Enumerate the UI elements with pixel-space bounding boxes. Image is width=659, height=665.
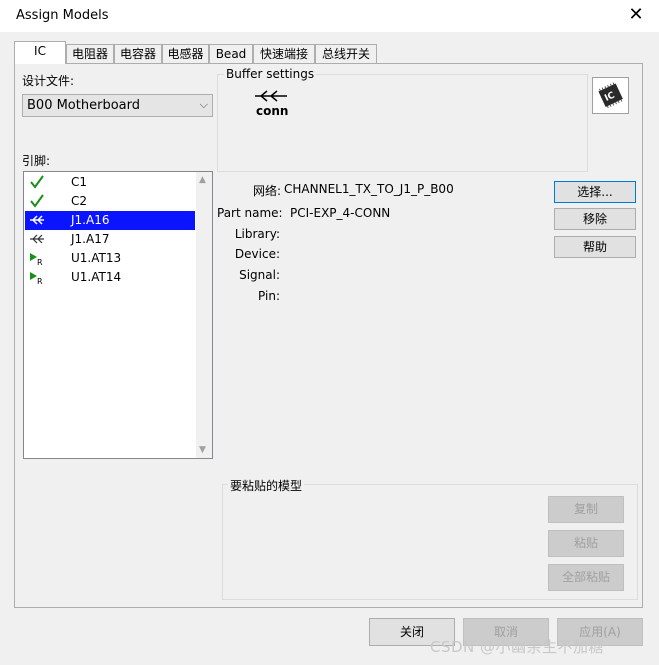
check-icon: [30, 175, 44, 189]
design-file-label: 设计文件:: [22, 74, 75, 88]
pin-label: J1.A17: [71, 232, 110, 246]
title-bar: Assign Models ✕: [0, 0, 659, 32]
design-file-value: B00 Motherboard: [27, 98, 140, 113]
part-name-value: PCI-EXP_4-CONN: [290, 206, 391, 220]
pin-label: C2: [71, 194, 88, 208]
part-name-label: Part name:: [217, 206, 283, 220]
select-button[interactable]: 选择...: [554, 181, 636, 203]
paste-all-button[interactable]: 全部粘贴: [548, 564, 624, 591]
window-title: Assign Models: [16, 8, 109, 23]
tab-bus-switch[interactable]: 总线开关: [315, 44, 377, 63]
tab-ic[interactable]: IC: [14, 41, 66, 64]
tab-capacitor[interactable]: 电容器: [114, 44, 162, 63]
tab-inductor[interactable]: 电感器: [162, 44, 209, 63]
scroll-down-icon[interactable]: ▼: [199, 445, 206, 455]
copy-button[interactable]: 复制: [548, 496, 624, 523]
signal-label: Signal:: [239, 268, 280, 282]
device-label: Device:: [234, 247, 280, 261]
chevron-down-icon[interactable]: ⌵: [200, 98, 208, 112]
watermark: CSDN @小幽余生不加糖: [430, 638, 605, 656]
list-item[interactable]: R U1.AT14: [25, 268, 195, 287]
net-value: CHANNEL1_TX_TO_J1_P_B00: [284, 182, 454, 196]
list-item[interactable]: J1.A17: [25, 230, 195, 249]
receiver-icon: R: [30, 253, 43, 266]
svg-text:R: R: [37, 258, 43, 266]
connector-icon: [255, 90, 287, 102]
tab-bead[interactable]: Bead: [209, 44, 253, 63]
receiver-icon: R: [30, 272, 43, 285]
pin-list-scrollbar[interactable]: ▲ ▼: [196, 172, 212, 458]
remove-button[interactable]: 移除: [554, 208, 636, 230]
buffer-settings-title: Buffer settings: [224, 67, 317, 81]
pin-label: C1: [71, 175, 88, 189]
check-icon: [30, 194, 44, 208]
library-label: Library:: [234, 227, 280, 241]
help-button[interactable]: 帮助: [554, 236, 636, 258]
pin-list[interactable]: C1 C2 J1.A16 J1.A17 R U1.AT13 R U1.AT14 …: [23, 171, 213, 459]
buffer-icon-label: conn: [256, 104, 289, 118]
pins-label: 引脚:: [22, 154, 51, 168]
net-label: 网络:: [252, 184, 281, 198]
ic-chip-icon: IC: [592, 77, 629, 114]
svg-text:R: R: [37, 277, 43, 285]
close-icon[interactable]: ✕: [622, 2, 650, 28]
list-item[interactable]: R U1.AT13: [25, 249, 195, 268]
pin-label: U1.AT13: [71, 251, 122, 265]
scroll-up-icon[interactable]: ▲: [199, 175, 206, 185]
tab-quick-termination[interactable]: 快速端接: [253, 44, 315, 63]
pin-label: Pin:: [258, 289, 280, 303]
pin-label: J1.A16: [71, 213, 110, 227]
list-item[interactable]: J1.A16: [25, 211, 195, 230]
tab-resistor[interactable]: 电阻器: [66, 44, 114, 63]
design-file-dropdown[interactable]: B00 Motherboard ⌵: [22, 94, 213, 117]
list-item[interactable]: C2: [25, 192, 195, 211]
paste-button[interactable]: 粘贴: [548, 530, 624, 557]
paste-model-title: 要粘贴的模型: [228, 477, 305, 494]
connector-icon: [30, 215, 44, 225]
list-item[interactable]: C1: [25, 173, 195, 192]
pin-label: U1.AT14: [71, 270, 122, 284]
connector-icon: [30, 234, 44, 244]
